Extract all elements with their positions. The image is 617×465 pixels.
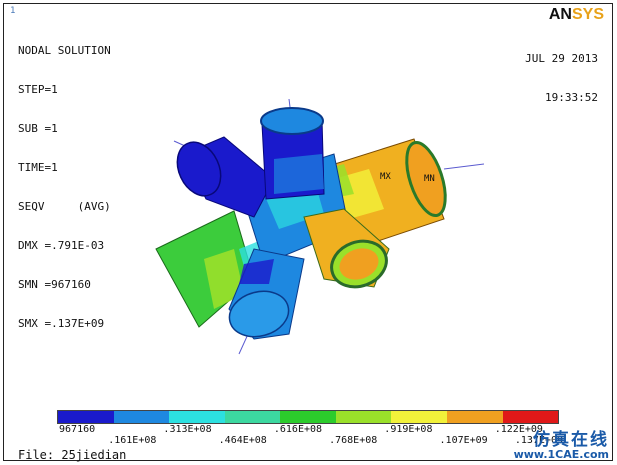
legend-band: [335, 411, 392, 423]
timestamp: JUL 29 2013 19:33:52: [525, 26, 598, 130]
solution-info: NODAL SOLUTION STEP=1 SUB =1 TIME=1 SEQV…: [18, 18, 111, 356]
watermark-cn: 仿真在线: [533, 430, 609, 450]
graphics-window: 1 NODAL SOLUTION STEP=1 SUB =1 TIME=1 SE…: [3, 3, 613, 462]
legend-value: 967160: [59, 424, 96, 435]
legend-band: [280, 411, 336, 423]
contour-patch: [274, 154, 324, 194]
watermark-url: www.1CAE.com: [513, 448, 609, 461]
info-line: SEQV (AVG): [18, 200, 111, 213]
legend-band: [169, 411, 225, 423]
ansys-logo: ANSYS: [549, 6, 604, 24]
legend-value: .919E+08: [384, 424, 433, 435]
legend-band: [391, 411, 447, 423]
legend-band: [502, 411, 559, 423]
tube-opening: [260, 107, 324, 135]
min-label: MN: [424, 174, 435, 184]
window-number: 1: [10, 6, 16, 16]
info-line: SMN =967160: [18, 278, 91, 291]
legend-band: [58, 411, 114, 423]
legend-value: .313E+08: [163, 424, 212, 435]
info-line: TIME=1: [18, 161, 58, 174]
info-line: SUB =1: [18, 122, 58, 135]
file-name: File: 25jiedian: [18, 448, 127, 462]
date-text: JUL 29 2013: [525, 52, 598, 65]
solution-title: NODAL SOLUTION: [18, 44, 111, 57]
info-line: DMX =.791E-03: [18, 239, 105, 252]
logo-prefix: AN: [548, 6, 572, 23]
legend-value: .107E+09: [439, 435, 488, 446]
legend-value: .768E+08: [329, 435, 378, 446]
legend-labels-lower: .161E+08 .464E+08 .768E+08 .107E+09 .137…: [57, 435, 563, 447]
contour-legend-bar: [57, 410, 559, 424]
max-label: MX: [380, 172, 391, 182]
axis-line: [443, 163, 484, 170]
logo-accent: SYS: [571, 6, 604, 23]
contour-model[interactable]: MX MN: [144, 99, 484, 364]
info-line: SMX =.137E+09: [18, 317, 105, 330]
legend-value: .161E+08: [108, 435, 157, 446]
legend-value: .616E+08: [273, 424, 323, 435]
legend-band: [113, 411, 170, 423]
info-line: STEP=1: [18, 83, 58, 96]
time-text: 19:33:52: [545, 91, 598, 104]
legend-band: [446, 411, 503, 423]
legend-band: [224, 411, 281, 423]
site-watermark: 仿真在线 www.1CAE.com: [514, 431, 609, 461]
legend-value: .464E+08: [218, 435, 267, 446]
